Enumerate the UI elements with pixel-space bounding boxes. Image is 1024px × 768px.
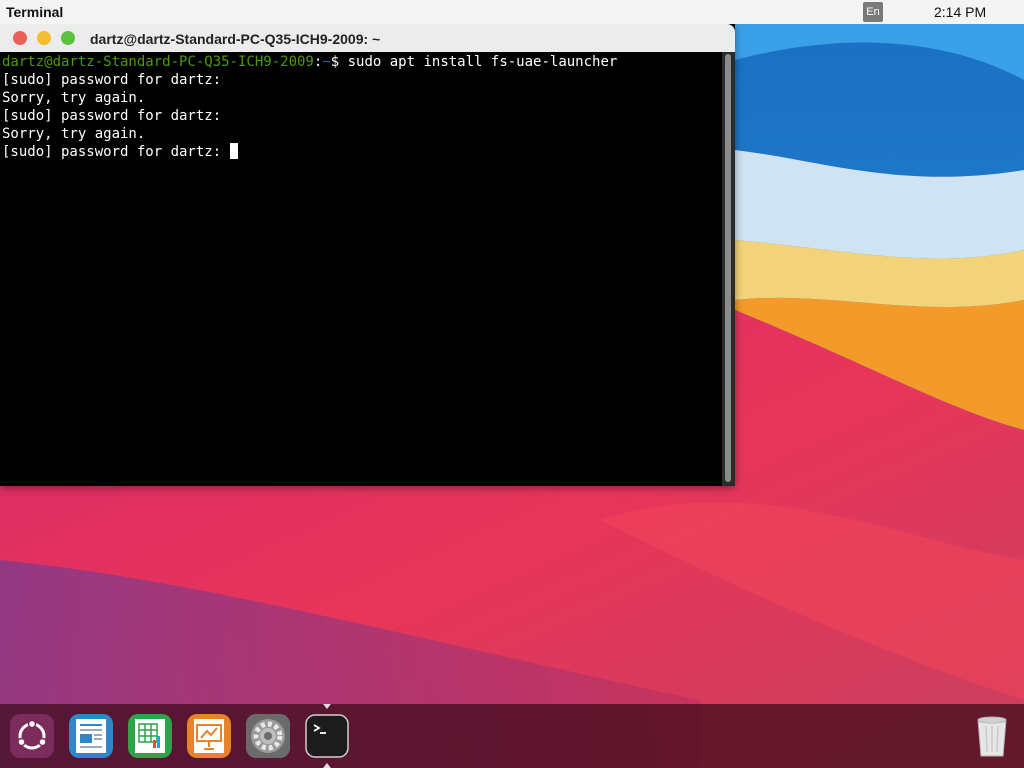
running-indicator-top bbox=[323, 704, 331, 709]
libreoffice-impress-icon bbox=[187, 714, 231, 758]
output-line: Sorry, try again. bbox=[2, 90, 146, 106]
dock-ubuntu-software[interactable] bbox=[10, 714, 54, 758]
top-bar: Terminal En 2:14 PM bbox=[0, 0, 1024, 24]
prompt-user-host: dartz@dartz-Standard-PC-Q35-ICH9-2009 bbox=[2, 54, 314, 70]
dock-terminal[interactable] bbox=[305, 714, 349, 758]
settings-gear-icon bbox=[246, 714, 290, 758]
libreoffice-writer-icon bbox=[69, 714, 113, 758]
terminal-output[interactable]: dartz@dartz-Standard-PC-Q35-ICH9-2009:~$… bbox=[0, 52, 722, 486]
command-line: dartz@dartz-Standard-PC-Q35-ICH9-2009:~$… bbox=[2, 53, 617, 71]
scrollbar[interactable] bbox=[722, 52, 735, 486]
dock-impress[interactable] bbox=[187, 714, 231, 758]
terminal-icon bbox=[305, 714, 349, 758]
terminal-window[interactable]: dartz@dartz-Standard-PC-Q35-ICH9-2009: ~… bbox=[0, 24, 735, 486]
input-language-indicator[interactable]: En bbox=[863, 2, 883, 22]
active-app-name[interactable]: Terminal bbox=[6, 4, 63, 20]
dock-writer[interactable] bbox=[69, 714, 113, 758]
clock[interactable]: 2:14 PM bbox=[934, 4, 986, 20]
output-line: [sudo] password for dartz: bbox=[2, 108, 222, 124]
scrollbar-thumb[interactable] bbox=[725, 54, 731, 482]
output-line: [sudo] password for dartz: bbox=[2, 72, 222, 88]
maximize-button[interactable] bbox=[61, 31, 75, 45]
password-prompt: [sudo] password for dartz: bbox=[2, 144, 230, 160]
window-title: dartz@dartz-Standard-PC-Q35-ICH9-2009: ~ bbox=[90, 31, 381, 47]
ubuntu-logo-icon bbox=[10, 714, 54, 758]
libreoffice-calc-icon bbox=[128, 714, 172, 758]
output-line: Sorry, try again. bbox=[2, 126, 146, 142]
close-button[interactable] bbox=[13, 31, 27, 45]
running-indicator-bottom bbox=[323, 763, 331, 768]
trash-icon bbox=[977, 716, 1007, 757]
dock bbox=[0, 704, 1024, 768]
text-cursor bbox=[229, 143, 238, 159]
output-line-current: [sudo] password for dartz: bbox=[2, 143, 238, 161]
prompt-path: ~ bbox=[322, 54, 331, 70]
command-text: sudo apt install fs-uae-launcher bbox=[347, 54, 618, 70]
dock-settings[interactable] bbox=[246, 714, 290, 758]
window-titlebar[interactable]: dartz@dartz-Standard-PC-Q35-ICH9-2009: ~ bbox=[0, 24, 735, 52]
prompt-symbol: $ bbox=[330, 54, 348, 70]
minimize-button[interactable] bbox=[37, 31, 51, 45]
dock-trash[interactable] bbox=[970, 714, 1014, 758]
dock-calc[interactable] bbox=[128, 714, 172, 758]
